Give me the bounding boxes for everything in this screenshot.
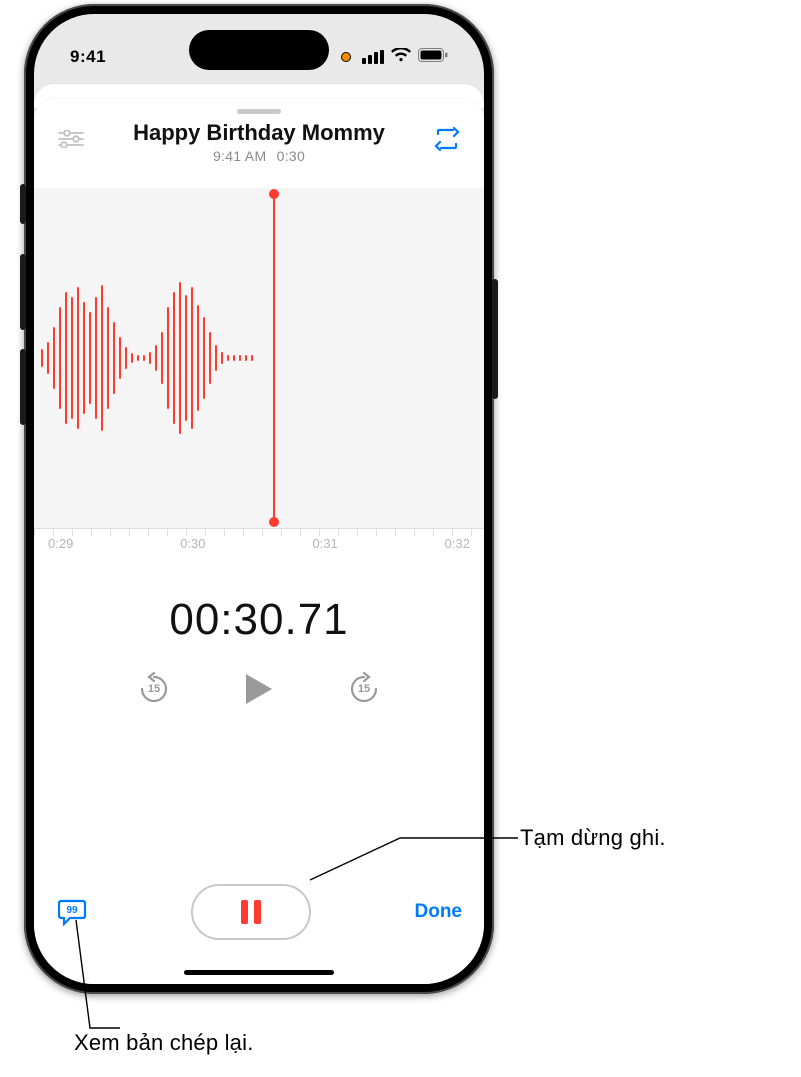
- callout-pause: Tạm dừng ghi.: [520, 825, 666, 851]
- callout-leaders: [0, 0, 801, 1077]
- battery-icon: [418, 47, 448, 67]
- wifi-icon: [391, 47, 411, 67]
- status-time: 9:41: [70, 47, 106, 67]
- recording-indicator-icon: [341, 52, 351, 62]
- cellular-icon: [362, 50, 384, 64]
- dynamic-island: [189, 30, 329, 70]
- callout-transcript: Xem bản chép lại.: [74, 1030, 254, 1056]
